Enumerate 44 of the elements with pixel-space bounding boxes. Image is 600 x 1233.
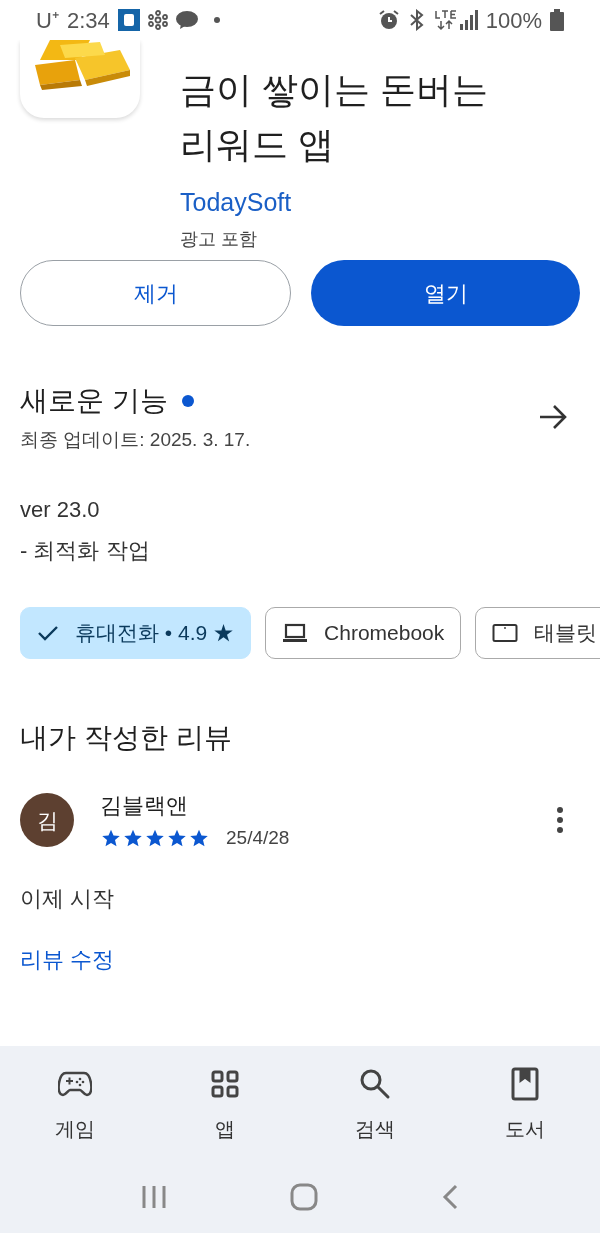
avatar: 김 <box>20 793 74 848</box>
edit-review-link[interactable]: 리뷰 수정 <box>20 947 115 972</box>
tablet-icon <box>492 622 519 643</box>
network-icon <box>147 10 168 30</box>
release-notes: - 최적화 작업 <box>19 536 151 565</box>
device-chip[interactable]: 휴대전화 • 4.9 ★ <box>20 606 252 659</box>
laptop-icon <box>282 622 309 643</box>
developer-link[interactable]: TodaySoft <box>180 184 488 222</box>
review-date: 25/4/28 <box>226 825 290 850</box>
nav-tab[interactable]: 도서 <box>450 1046 600 1160</box>
nav-tab[interactable]: 앱 <box>150 1046 300 1160</box>
sim-icon <box>117 9 140 31</box>
recent-apps-icon[interactable] <box>141 1183 168 1210</box>
app-title: 금이 쌓이는 돈버는 <box>180 68 488 112</box>
review-text: 이제 시작 <box>19 885 116 913</box>
update-date: 최종 업데이트: 2025. 3. 17. <box>20 428 251 452</box>
device-chip[interactable]: Chromebook <box>265 606 462 659</box>
chat-bubble-icon <box>175 10 198 30</box>
reviewer-name: 김블랙앤 <box>100 791 189 820</box>
gamepad-icon <box>58 1070 92 1098</box>
battery-percent: 100% <box>485 6 542 35</box>
home-icon[interactable] <box>290 1182 318 1211</box>
battery-icon <box>550 9 564 31</box>
alarm-icon <box>377 9 400 31</box>
open-button[interactable]: 열기 <box>311 260 580 326</box>
clock-time: 2:34 <box>66 6 110 35</box>
carrier-label: U⁺ <box>36 6 59 35</box>
more-options-icon[interactable] <box>556 806 564 835</box>
search-icon <box>359 1068 391 1100</box>
back-icon[interactable] <box>440 1183 459 1210</box>
device-chip[interactable]: 태블릿 <box>475 606 600 659</box>
app-title: 리워드 앱 <box>180 123 335 167</box>
book-icon <box>511 1067 539 1101</box>
section-title: 새로운 기능 <box>20 384 168 418</box>
version-text: ver 23.0 <box>19 495 101 524</box>
arrow-right-icon[interactable] <box>538 404 568 431</box>
nav-tab[interactable]: 게임 <box>0 1046 150 1160</box>
uninstall-button[interactable]: 제거 <box>20 260 291 326</box>
lte-signal-icon <box>433 9 478 31</box>
check-icon <box>37 623 59 642</box>
section-title: 내가 작성한 리뷰 <box>19 720 233 755</box>
ads-note: 광고 포함 <box>180 227 258 251</box>
nav-tab[interactable]: 검색 <box>300 1046 450 1160</box>
grid-icon <box>211 1070 239 1098</box>
